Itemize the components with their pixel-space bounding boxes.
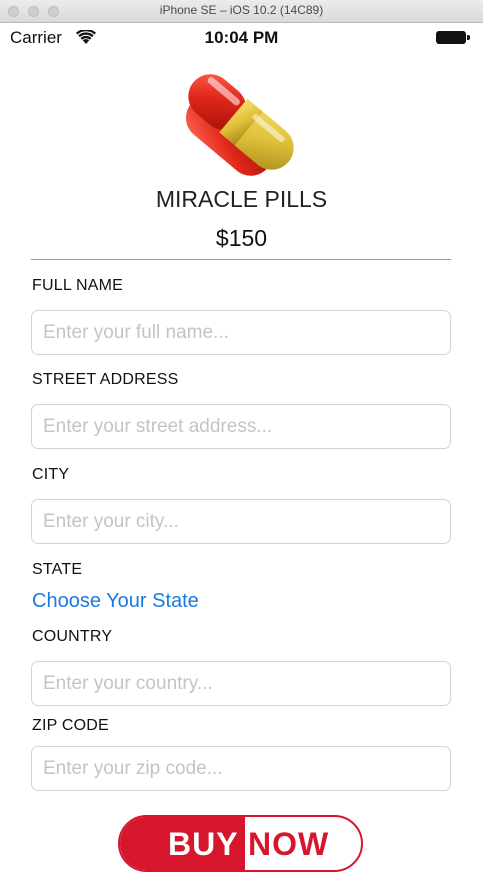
battery-icon <box>436 31 466 44</box>
zip-code-input[interactable] <box>31 746 451 791</box>
choose-state-button[interactable]: Choose Your State <box>32 590 199 613</box>
buy-now-label-right: NOW <box>248 826 330 862</box>
state-label: STATE <box>32 561 83 578</box>
buy-now-button[interactable]: BUY NOW <box>118 815 363 872</box>
zip-code-label: ZIP CODE <box>32 717 109 734</box>
status-bar: Carrier 10:04 PM <box>0 22 483 58</box>
country-label: COUNTRY <box>32 628 113 645</box>
header-divider <box>31 259 451 260</box>
product-price: $150 <box>215 225 268 251</box>
city-label: CITY <box>32 466 70 483</box>
simulator-window: iPhone SE – iOS 10.2 (14C89) Carrier 10:… <box>0 0 483 874</box>
product-name: MIRACLE PILLS <box>155 186 328 212</box>
buy-now-label-left: BUY <box>168 826 239 862</box>
full-name-input[interactable] <box>31 310 451 355</box>
street-address-input[interactable] <box>31 404 451 449</box>
pill-capsule-icon <box>176 60 306 185</box>
battery-nub <box>467 35 470 40</box>
status-time: 10:04 PM <box>204 28 279 47</box>
country-input[interactable] <box>31 661 451 706</box>
street-address-label: STREET ADDRESS <box>32 371 179 388</box>
full-name-label: FULL NAME <box>32 277 124 294</box>
city-input[interactable] <box>31 499 451 544</box>
window-titlebar: iPhone SE – iOS 10.2 (14C89) <box>0 0 483 23</box>
window-title: iPhone SE – iOS 10.2 (14C89) <box>159 3 324 17</box>
